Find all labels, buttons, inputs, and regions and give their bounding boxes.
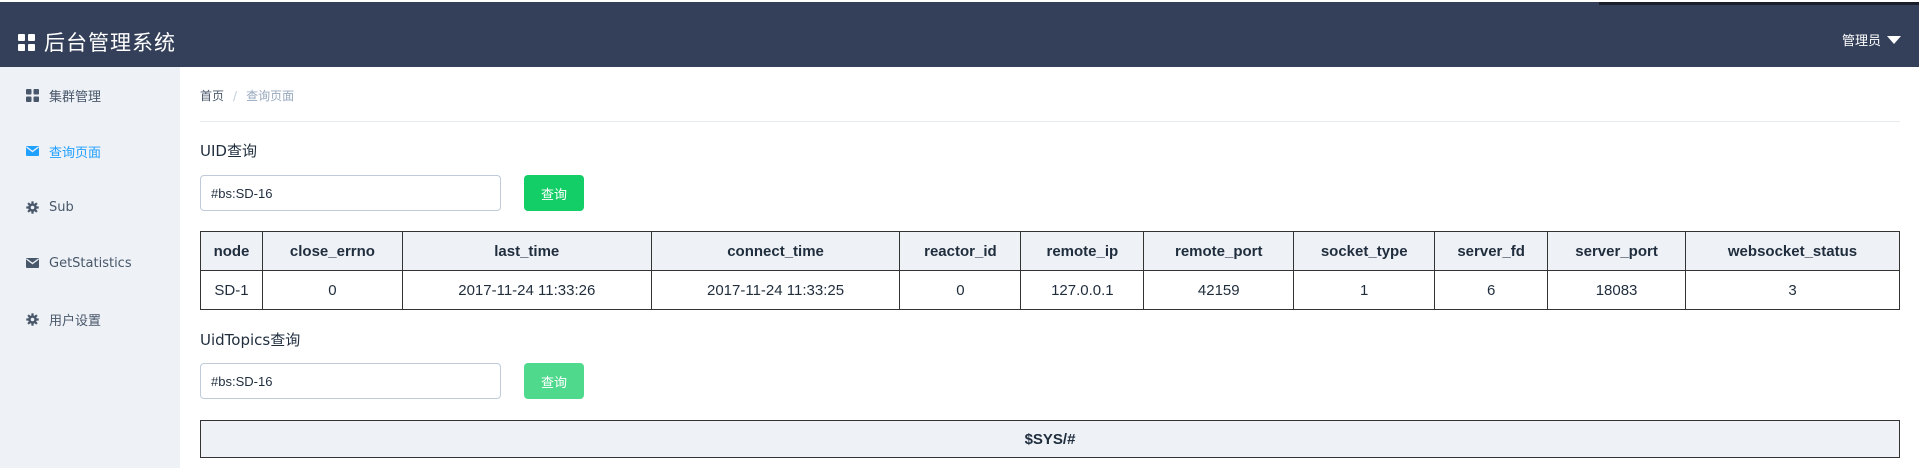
column-header: node bbox=[200, 231, 263, 271]
sidebar-item-label: 查询页面 bbox=[49, 145, 102, 161]
table-row: SD-1 0 2017-11-24 11:33:26 2017-11-24 11… bbox=[200, 270, 1900, 310]
table-cell: 0 bbox=[261, 270, 403, 310]
sidebar-item-sub[interactable]: Sub bbox=[0, 179, 180, 235]
caret-down-icon bbox=[1887, 35, 1901, 44]
user-label: 管理员 bbox=[1841, 34, 1881, 49]
table-cell: 2017-11-24 11:33:26 bbox=[401, 270, 652, 310]
table-cell: 2017-11-24 11:33:25 bbox=[650, 270, 901, 310]
uid-topics-result: $SYS/# bbox=[200, 420, 1900, 458]
sidebar-item-cluster[interactable]: 集群管理 bbox=[0, 67, 180, 123]
table-cell: 42159 bbox=[1143, 270, 1295, 310]
envelope-icon bbox=[25, 144, 39, 158]
sidebar-item-query[interactable]: 查询页面 bbox=[0, 123, 180, 179]
column-header: server_fd bbox=[1434, 231, 1549, 271]
uid-topics-query-title: UidTopics查询 bbox=[200, 331, 301, 349]
column-header: remote_ip bbox=[1020, 231, 1145, 271]
table-cell: 3 bbox=[1685, 270, 1900, 310]
uid-topics-query-button[interactable]: 查询 bbox=[524, 363, 584, 399]
app-title: 后台管理系统 bbox=[44, 31, 176, 55]
envelope-icon bbox=[25, 256, 39, 270]
sidebar-item-label: 集群管理 bbox=[49, 89, 102, 105]
breadcrumb: 首页 / 查询页面 bbox=[200, 87, 294, 104]
uid-query-button[interactable]: 查询 bbox=[524, 175, 584, 211]
sidebar-item-getstatistics[interactable]: GetStatistics bbox=[0, 235, 180, 291]
column-header: socket_type bbox=[1293, 231, 1436, 271]
table-cell: 0 bbox=[899, 270, 1022, 310]
breadcrumb-home[interactable]: 首页 bbox=[200, 89, 224, 103]
sidebar-item-user-settings[interactable]: 用户设置 bbox=[0, 291, 180, 347]
uid-result-table: node close_errno last_time connect_time … bbox=[200, 231, 1900, 310]
sidebar-item-label: GetStatistics bbox=[49, 255, 132, 271]
column-header: last_time bbox=[401, 231, 652, 271]
table-cell: 1 bbox=[1293, 270, 1436, 310]
grid-icon bbox=[25, 88, 39, 102]
header-shadow bbox=[1599, 2, 1919, 5]
column-header: server_port bbox=[1547, 231, 1687, 271]
grid-icon bbox=[18, 33, 35, 51]
gear-icon bbox=[25, 200, 39, 214]
uid-query-title: UID查询 bbox=[200, 142, 257, 160]
gear-icon bbox=[25, 312, 39, 326]
column-header: connect_time bbox=[650, 231, 901, 271]
column-header: websocket_status bbox=[1685, 231, 1900, 271]
breadcrumb-divider bbox=[200, 121, 1900, 122]
breadcrumb-separator: / bbox=[233, 89, 238, 103]
top-header: 后台管理系统 管理员 bbox=[0, 0, 1919, 67]
table-cell: 127.0.0.1 bbox=[1020, 270, 1145, 310]
breadcrumb-current: 查询页面 bbox=[246, 89, 295, 103]
table-cell: 6 bbox=[1434, 270, 1549, 310]
table-cell: SD-1 bbox=[200, 270, 263, 310]
uid-query-input[interactable]: #bs:SD-16 bbox=[200, 175, 501, 211]
uid-topics-query-input[interactable]: #bs:SD-16 bbox=[200, 363, 501, 399]
column-header: reactor_id bbox=[899, 231, 1022, 271]
sidebar: 集群管理 查询页面 Sub GetStatistics 用户设置 bbox=[0, 67, 180, 468]
table-cell: 18083 bbox=[1547, 270, 1687, 310]
table-header-row: node close_errno last_time connect_time … bbox=[200, 231, 1900, 271]
brand: 后台管理系统 bbox=[18, 27, 176, 57]
column-header: close_errno bbox=[261, 231, 403, 271]
sidebar-item-label: Sub bbox=[49, 199, 74, 215]
user-menu[interactable]: 管理员 bbox=[1842, 30, 1901, 49]
column-header: remote_port bbox=[1143, 231, 1295, 271]
sidebar-item-label: 用户设置 bbox=[49, 313, 102, 329]
